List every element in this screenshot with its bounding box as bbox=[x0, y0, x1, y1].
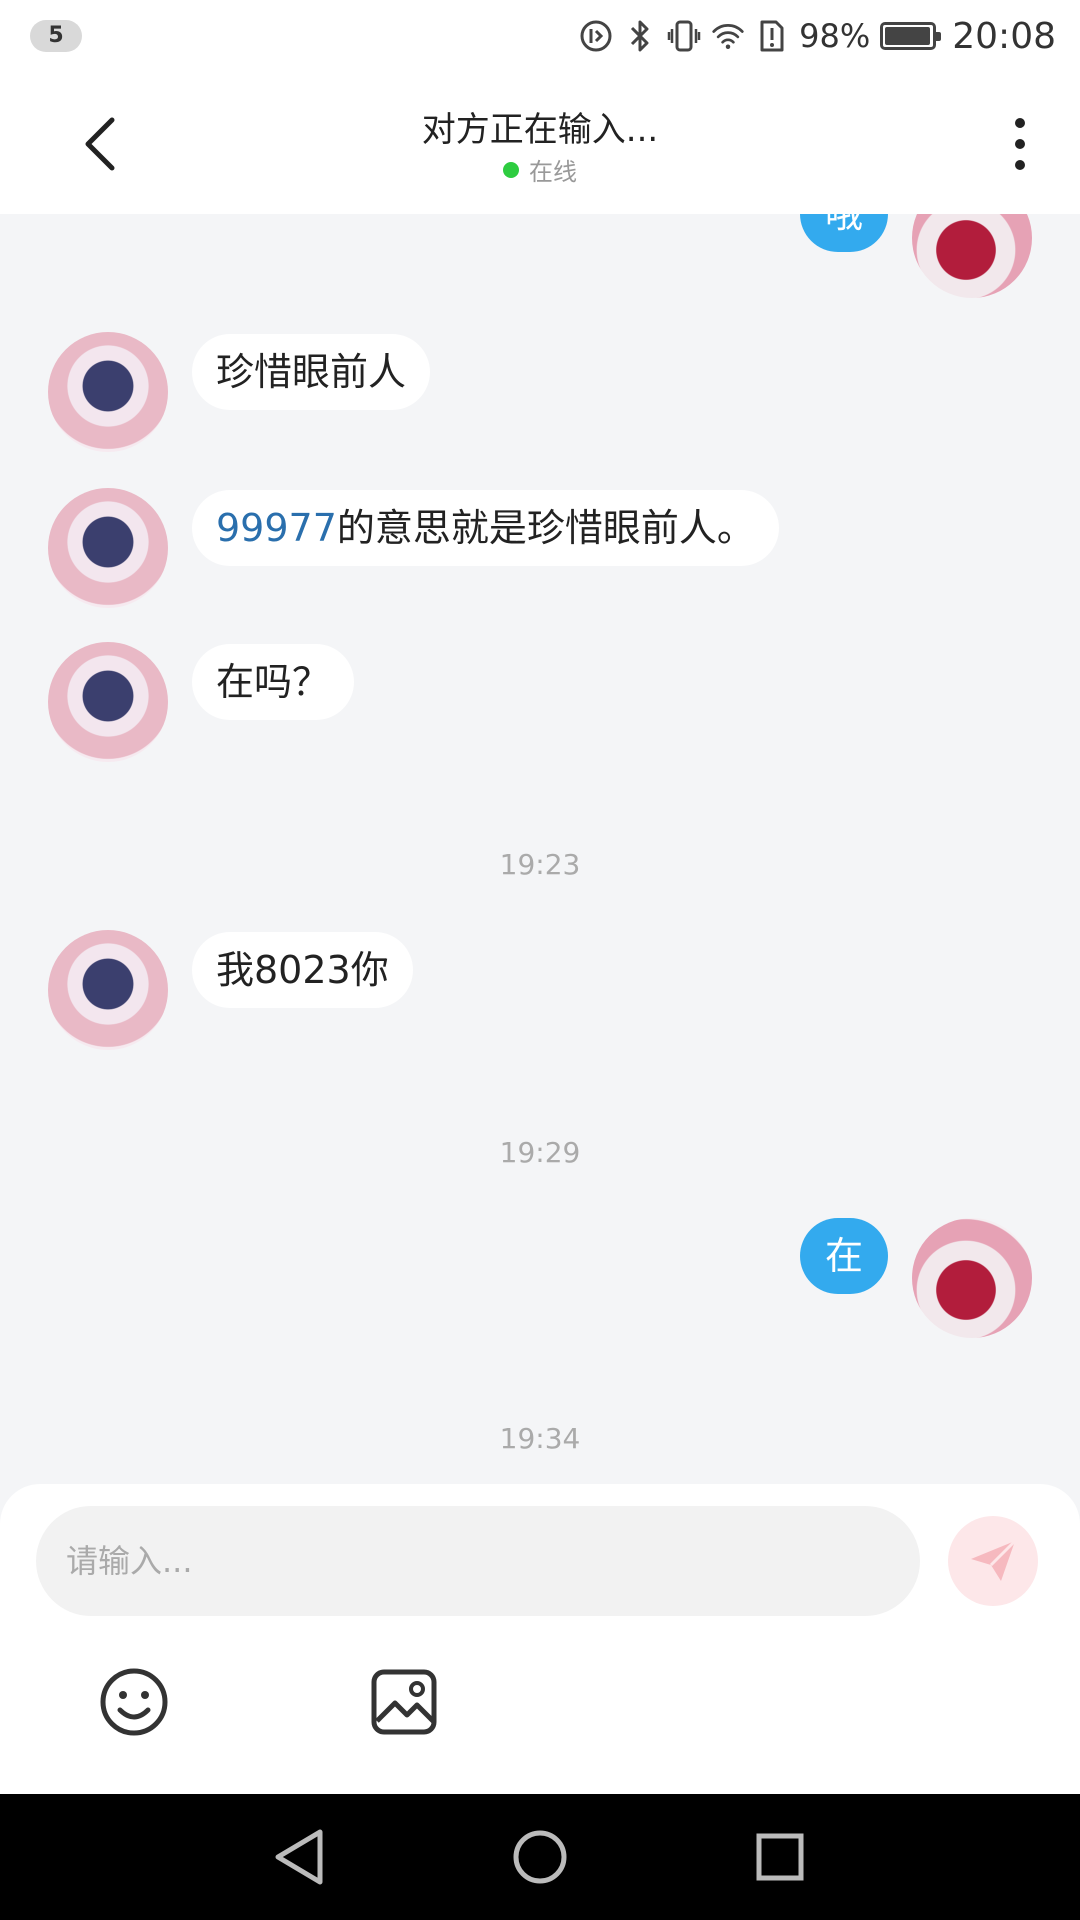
system-navigation-bar bbox=[0, 1794, 1080, 1920]
emoji-button[interactable] bbox=[94, 1662, 174, 1742]
contact-avatar[interactable] bbox=[48, 332, 168, 452]
message-bubble-outgoing[interactable]: 在 bbox=[800, 1218, 888, 1294]
status-time: 20:08 bbox=[952, 15, 1056, 57]
contact-avatar[interactable] bbox=[48, 642, 168, 762]
status-bar: 5 98% 20:08 bbox=[0, 0, 1080, 74]
message-number-link[interactable]: 99977 bbox=[216, 506, 337, 550]
send-button[interactable] bbox=[948, 1516, 1038, 1606]
message-timestamp: 19:23 bbox=[499, 848, 581, 881]
message-text: 珍惜眼前人 bbox=[216, 350, 407, 394]
more-options-button[interactable] bbox=[1000, 114, 1040, 174]
composer-panel bbox=[0, 1484, 1080, 1794]
send-icon bbox=[971, 1539, 1017, 1581]
nav-home-button[interactable] bbox=[505, 1822, 575, 1892]
message-timestamp: 19:29 bbox=[499, 1136, 581, 1169]
message-bubble-incoming[interactable]: 在吗？ bbox=[192, 644, 355, 720]
message-text: 在吗？ bbox=[216, 660, 331, 704]
page-title: 对方正在输入... bbox=[421, 110, 659, 150]
my-avatar[interactable] bbox=[912, 214, 1032, 298]
contact-avatar[interactable] bbox=[48, 488, 168, 608]
message-bubble-incoming[interactable]: 珍惜眼前人 bbox=[192, 334, 431, 410]
contact-avatar[interactable] bbox=[48, 930, 168, 1050]
chat-message-list[interactable]: 哦 珍惜眼前人 99977的意思就是珍惜眼前人。 在吗？ 19:23 我8023… bbox=[0, 214, 1080, 1484]
nav-recents-icon bbox=[756, 1833, 804, 1881]
more-vertical-icon bbox=[1015, 118, 1025, 128]
online-dot-icon bbox=[503, 161, 519, 178]
message-input[interactable] bbox=[36, 1506, 920, 1616]
message-text: 在 bbox=[824, 1234, 863, 1278]
wifi-icon bbox=[711, 19, 745, 53]
message-timestamp: 19:34 bbox=[499, 1422, 581, 1455]
battery-icon bbox=[880, 22, 942, 50]
image-icon bbox=[371, 1669, 437, 1735]
image-button[interactable] bbox=[364, 1662, 444, 1742]
alert-sim-icon bbox=[755, 19, 789, 53]
battery-percent: 98% bbox=[799, 17, 871, 55]
online-status: 在线 bbox=[0, 152, 1080, 187]
smiley-icon bbox=[100, 1668, 168, 1736]
message-text: 的意思就是珍惜眼前人。 bbox=[336, 506, 755, 550]
nav-home-icon bbox=[513, 1830, 567, 1884]
status-icons: 98% 20:08 bbox=[579, 14, 1056, 58]
online-status-label: 在线 bbox=[529, 158, 577, 186]
message-text: 哦 bbox=[824, 214, 863, 236]
bluetooth-icon bbox=[623, 19, 657, 53]
message-text: 我8023你 bbox=[216, 948, 389, 992]
battery-fill bbox=[885, 27, 931, 45]
notification-count-badge: 5 bbox=[30, 20, 82, 52]
my-avatar[interactable] bbox=[912, 1218, 1032, 1338]
nav-recents-button[interactable] bbox=[745, 1822, 815, 1892]
message-bubble-incoming[interactable]: 我8023你 bbox=[192, 932, 413, 1008]
message-bubble-outgoing[interactable]: 哦 bbox=[800, 214, 888, 252]
nav-back-icon bbox=[275, 1829, 323, 1885]
vibrate-icon bbox=[667, 19, 701, 53]
nav-back-button[interactable] bbox=[264, 1822, 334, 1892]
data-saver-icon bbox=[579, 19, 613, 53]
chat-header: 对方正在输入... 在线 bbox=[0, 74, 1080, 214]
message-bubble-incoming[interactable]: 99977的意思就是珍惜眼前人。 bbox=[192, 490, 779, 566]
